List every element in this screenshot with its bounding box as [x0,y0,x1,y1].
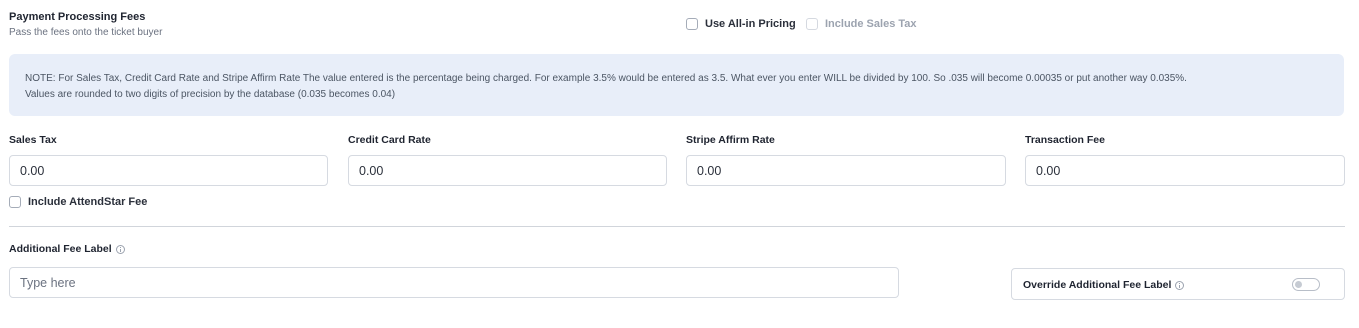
note-line-2: Values are rounded to two digits of prec… [25,89,396,100]
sales-tax-value: 0.00 [20,163,45,178]
stripe-affirm-rate-label: Stripe Affirm Rate [686,134,775,146]
additional-fee-label-text: Additional Fee Label [9,243,112,255]
override-toggle[interactable] [1292,278,1320,291]
stripe-affirm-rate-input[interactable]: 0.00 [686,155,1006,186]
sales-tax-input[interactable]: 0.00 [9,155,328,186]
credit-card-rate-input[interactable]: 0.00 [348,155,667,186]
section-divider [9,226,1345,227]
override-label: Override Additional Fee Label [1023,279,1185,291]
stripe-affirm-rate-value: 0.00 [697,163,722,178]
transaction-fee-label: Transaction Fee [1025,134,1105,146]
all-in-pricing-option[interactable]: Use All-in Pricing [686,18,796,30]
override-label-text: Override Additional Fee Label [1023,279,1172,291]
info-icon[interactable] [1175,280,1185,290]
credit-card-rate-value: 0.00 [359,163,384,178]
include-sales-tax-checkbox[interactable] [806,18,818,30]
info-icon[interactable] [115,244,125,254]
override-additional-fee-label-box: Override Additional Fee Label [1011,268,1345,300]
all-in-pricing-checkbox[interactable] [686,18,698,30]
additional-fee-label-heading: Additional Fee Label [9,243,125,255]
include-sales-tax-label: Include Sales Tax [825,18,917,30]
include-sales-tax-option[interactable]: Include Sales Tax [806,18,917,30]
toggle-knob [1295,281,1302,288]
section-subtitle: Pass the fees onto the ticket buyer [9,27,163,38]
include-attendstar-fee-checkbox[interactable] [9,196,21,208]
include-attendstar-fee-label: Include AttendStar Fee [28,196,148,208]
sales-tax-label: Sales Tax [9,134,57,146]
additional-fee-label-input[interactable]: Type here [9,267,899,298]
additional-fee-label-placeholder: Type here [20,275,76,290]
all-in-pricing-label: Use All-in Pricing [705,18,796,30]
note-box: NOTE: For Sales Tax, Credit Card Rate an… [9,54,1344,116]
note-line-1: NOTE: For Sales Tax, Credit Card Rate an… [25,73,1187,84]
transaction-fee-value: 0.00 [1036,163,1061,178]
transaction-fee-input[interactable]: 0.00 [1025,155,1345,186]
section-title: Payment Processing Fees [9,11,146,23]
include-attendstar-fee-option[interactable]: Include AttendStar Fee [9,196,147,208]
credit-card-rate-label: Credit Card Rate [348,134,431,146]
